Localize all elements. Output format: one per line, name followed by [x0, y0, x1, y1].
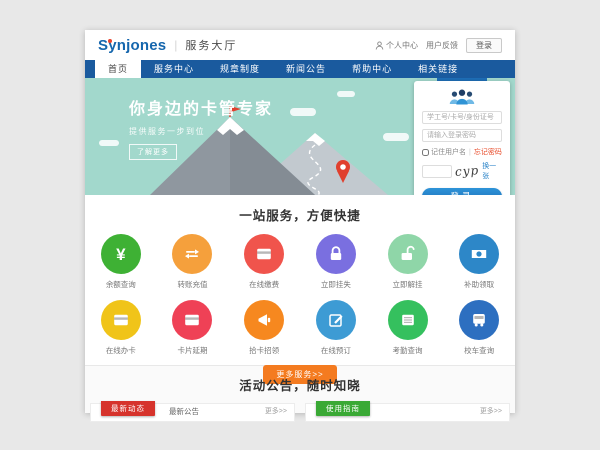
service-card-extension[interactable]: 卡片延期	[157, 300, 229, 356]
cloud-decoration	[337, 91, 355, 97]
personal-center-label: 个人中心	[386, 40, 418, 51]
service-label: 立即解挂	[372, 279, 444, 290]
logo-divider: |	[174, 38, 177, 52]
site-name: 服务大厅	[185, 37, 237, 53]
news-panel: 最新动态 最新公告 更多>>	[90, 403, 295, 422]
username-input[interactable]	[422, 111, 502, 124]
list-icon	[388, 300, 428, 340]
nav-item-rules[interactable]: 规章制度	[207, 60, 273, 78]
service-label: 余额查询	[85, 279, 157, 290]
service-label: 拾卡招领	[228, 345, 300, 356]
personal-center-link[interactable]: 个人中心	[375, 40, 418, 51]
service-lost-found[interactable]: 拾卡招领	[228, 300, 300, 356]
cloud-decoration	[383, 133, 409, 141]
remember-row: 记住用户名 | 忘记密码	[422, 147, 502, 157]
service-label: 补助领取	[443, 279, 515, 290]
service-report-loss[interactable]: 立即挂失	[300, 234, 372, 290]
hero-cta-button[interactable]: 了解更多	[129, 144, 177, 160]
card-icon	[101, 300, 141, 340]
separator: |	[469, 149, 471, 156]
feedback-link[interactable]: 用户反馈	[426, 40, 458, 51]
service-unlock-card[interactable]: 立即解挂	[372, 234, 444, 290]
banknote-icon	[459, 234, 499, 274]
hero-banner: 你身边的卡管专家 提供服务一步到位 了解更多 登录	[85, 78, 515, 195]
nav-item-home[interactable]: 首页	[95, 60, 141, 78]
card-icon	[244, 234, 284, 274]
synjones-logo[interactable]: Synjones	[98, 37, 166, 54]
portal-page: Synjones | 服务大厅 个人中心 用户反馈 登录 首页 服务中心 规章制…	[85, 30, 515, 413]
edit-icon	[316, 300, 356, 340]
guide-more-link[interactable]: 更多>>	[480, 404, 502, 419]
header-login-button[interactable]: 登录	[466, 38, 502, 53]
service-label: 卡片延期	[157, 345, 229, 356]
service-online-booking[interactable]: 在线预订	[300, 300, 372, 356]
service-school-bus[interactable]: 校车查询	[443, 300, 515, 356]
captcha-image[interactable]: cyp	[455, 163, 480, 179]
cloud-decoration	[99, 140, 119, 146]
service-subsidy[interactable]: 补助领取	[443, 234, 515, 290]
tab-latest-news[interactable]: 最新动态	[101, 401, 155, 416]
services-row-2: 在线办卡 卡片延期 拾卡招领 在线预订	[85, 300, 515, 356]
remember-checkbox[interactable]	[422, 149, 429, 156]
captcha-row: cyp 换一张	[422, 161, 502, 181]
nav-item-help-center[interactable]: 帮助中心	[339, 60, 405, 78]
bus-icon	[459, 300, 499, 340]
hero-copy: 你身边的卡管专家 提供服务一步到位 了解更多	[129, 95, 273, 160]
service-balance[interactable]: ¥ 余额查询	[85, 234, 157, 290]
transfer-icon	[172, 234, 212, 274]
login-form: 记住用户名 | 忘记密码 cyp 换一张 登录	[414, 81, 510, 195]
service-label: 在线办卡	[85, 345, 157, 356]
service-label: 校车查询	[443, 345, 515, 356]
megaphone-icon	[244, 300, 284, 340]
password-input[interactable]	[422, 129, 502, 142]
logo-accent-dot	[108, 39, 112, 43]
services-row-1: ¥ 余额查询 转账充值 在线缴费 立即挂失	[85, 234, 515, 290]
nav-item-related-links[interactable]: 相关链接	[405, 60, 471, 78]
tab-latest-announcements[interactable]: 最新公告	[169, 404, 199, 419]
main-nav: 首页 服务中心 规章制度 新闻公告 帮助中心 相关链接	[85, 60, 515, 78]
news-more-link[interactable]: 更多>>	[265, 404, 287, 419]
hero-headline: 你身边的卡管专家	[129, 95, 273, 119]
login-submit-button[interactable]: 登录	[422, 188, 502, 195]
service-attendance[interactable]: 考勤查询	[372, 300, 444, 356]
nav-item-news[interactable]: 新闻公告	[273, 60, 339, 78]
top-bar: Synjones | 服务大厅 个人中心 用户反馈 登录	[85, 30, 515, 60]
unlock-icon	[388, 234, 428, 274]
captcha-input[interactable]	[422, 165, 452, 178]
feedback-label: 用户反馈	[426, 40, 458, 51]
service-transfer[interactable]: 转账充值	[157, 234, 229, 290]
announcement-panels: 最新动态 最新公告 更多>> 使用指南 更多>>	[85, 403, 515, 422]
login-panel: 登录 记住用户名 | 忘记密码	[414, 78, 510, 195]
captcha-refresh-link[interactable]: 换一张	[482, 161, 502, 181]
yen-icon: ¥	[101, 234, 141, 274]
person-icon	[375, 41, 384, 50]
service-online-payment[interactable]: 在线缴费	[228, 234, 300, 290]
remember-label: 记住用户名	[431, 147, 466, 157]
nav-item-service-center[interactable]: 服务中心	[141, 60, 207, 78]
lock-icon	[316, 234, 356, 274]
card-icon	[172, 300, 212, 340]
hero-subtitle: 提供服务一步到位	[129, 126, 273, 137]
service-label: 立即挂失	[300, 279, 372, 290]
service-label: 在线缴费	[228, 279, 300, 290]
service-label: 在线预订	[300, 345, 372, 356]
top-bar-right: 个人中心 用户反馈 登录	[375, 38, 502, 53]
service-apply-card[interactable]: 在线办卡	[85, 300, 157, 356]
forgot-password-link[interactable]: 忘记密码	[474, 147, 502, 157]
tab-user-guide[interactable]: 使用指南	[316, 401, 370, 416]
service-label: 考勤查询	[372, 345, 444, 356]
guide-panel: 使用指南 更多>>	[305, 403, 510, 422]
service-label: 转账充值	[157, 279, 229, 290]
cloud-decoration	[290, 108, 316, 116]
services-section: 一站服务，方便快捷 ¥ 余额查询 转账充值 在线缴费	[85, 195, 515, 365]
users-icon	[422, 88, 502, 105]
services-title: 一站服务，方便快捷	[85, 195, 515, 224]
